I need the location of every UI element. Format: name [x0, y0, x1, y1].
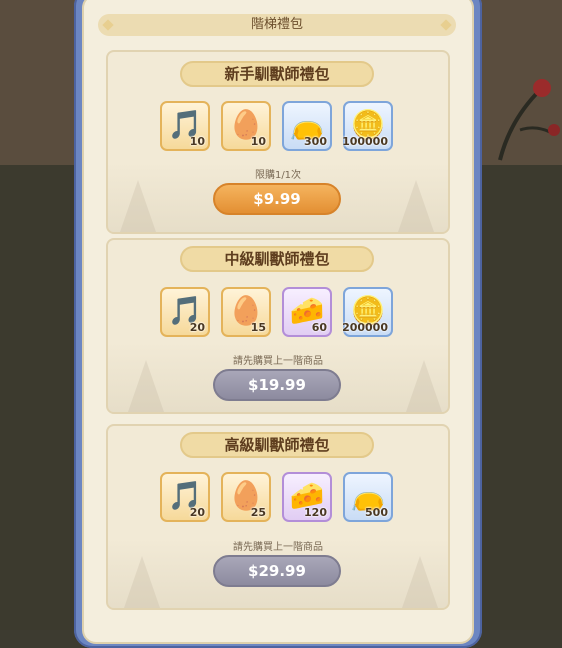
- item-quantity: 10: [189, 135, 205, 148]
- egg-icon[interactable]: 🥚 10: [221, 101, 271, 151]
- item-quantity: 100000: [342, 135, 388, 148]
- cheese-icon[interactable]: 🧀 60: [282, 287, 332, 337]
- item-quantity: 300: [304, 135, 327, 148]
- prerequisite-note: 請先購買上一階商品: [233, 356, 323, 367]
- cheese-icon[interactable]: 🧀 120: [282, 472, 332, 522]
- lyre-icon[interactable]: 🎵 20: [160, 472, 210, 522]
- purchase-limit-note: 限購1/1次: [254, 170, 302, 181]
- pack-title-advanced: 高級馴獸師禮包: [180, 432, 374, 458]
- item-quantity: 120: [304, 506, 327, 519]
- egg-icon[interactable]: 🥚 15: [221, 287, 271, 337]
- egg-icon[interactable]: 🥚 25: [221, 472, 271, 522]
- item-quantity: 10: [250, 135, 266, 148]
- pack-title-beginner: 新手馴獸師禮包: [180, 61, 374, 87]
- flower-decoration: [498, 79, 560, 161]
- pet-food-bag-icon[interactable]: 👝 300: [282, 101, 332, 151]
- item-quantity: 20: [189, 506, 205, 519]
- item-quantity: 500: [365, 506, 388, 519]
- gold-coin-icon[interactable]: 🪙 200000: [342, 287, 393, 337]
- pack-title-intermediate: 中級馴獸師禮包: [180, 246, 374, 272]
- pet-food-bag-icon[interactable]: 👝 500: [343, 472, 393, 522]
- buy-button-intermediate[interactable]: $19.99: [213, 369, 341, 401]
- lyre-icon[interactable]: 🎵 10: [160, 101, 210, 151]
- item-quantity: 25: [250, 506, 266, 519]
- item-quantity: 60: [311, 321, 327, 334]
- prerequisite-note: 請先購買上一階商品: [233, 542, 323, 553]
- item-quantity: 15: [250, 321, 266, 334]
- item-quantity: 20: [189, 321, 205, 334]
- lyre-icon[interactable]: 🎵 20: [160, 287, 210, 337]
- buy-button-advanced[interactable]: $29.99: [213, 555, 341, 587]
- item-quantity: 200000: [342, 321, 388, 334]
- gold-coin-icon[interactable]: 🪙 100000: [342, 101, 393, 151]
- buy-button-beginner[interactable]: $9.99: [213, 183, 341, 215]
- page-title: 階梯禮包: [98, 14, 456, 36]
